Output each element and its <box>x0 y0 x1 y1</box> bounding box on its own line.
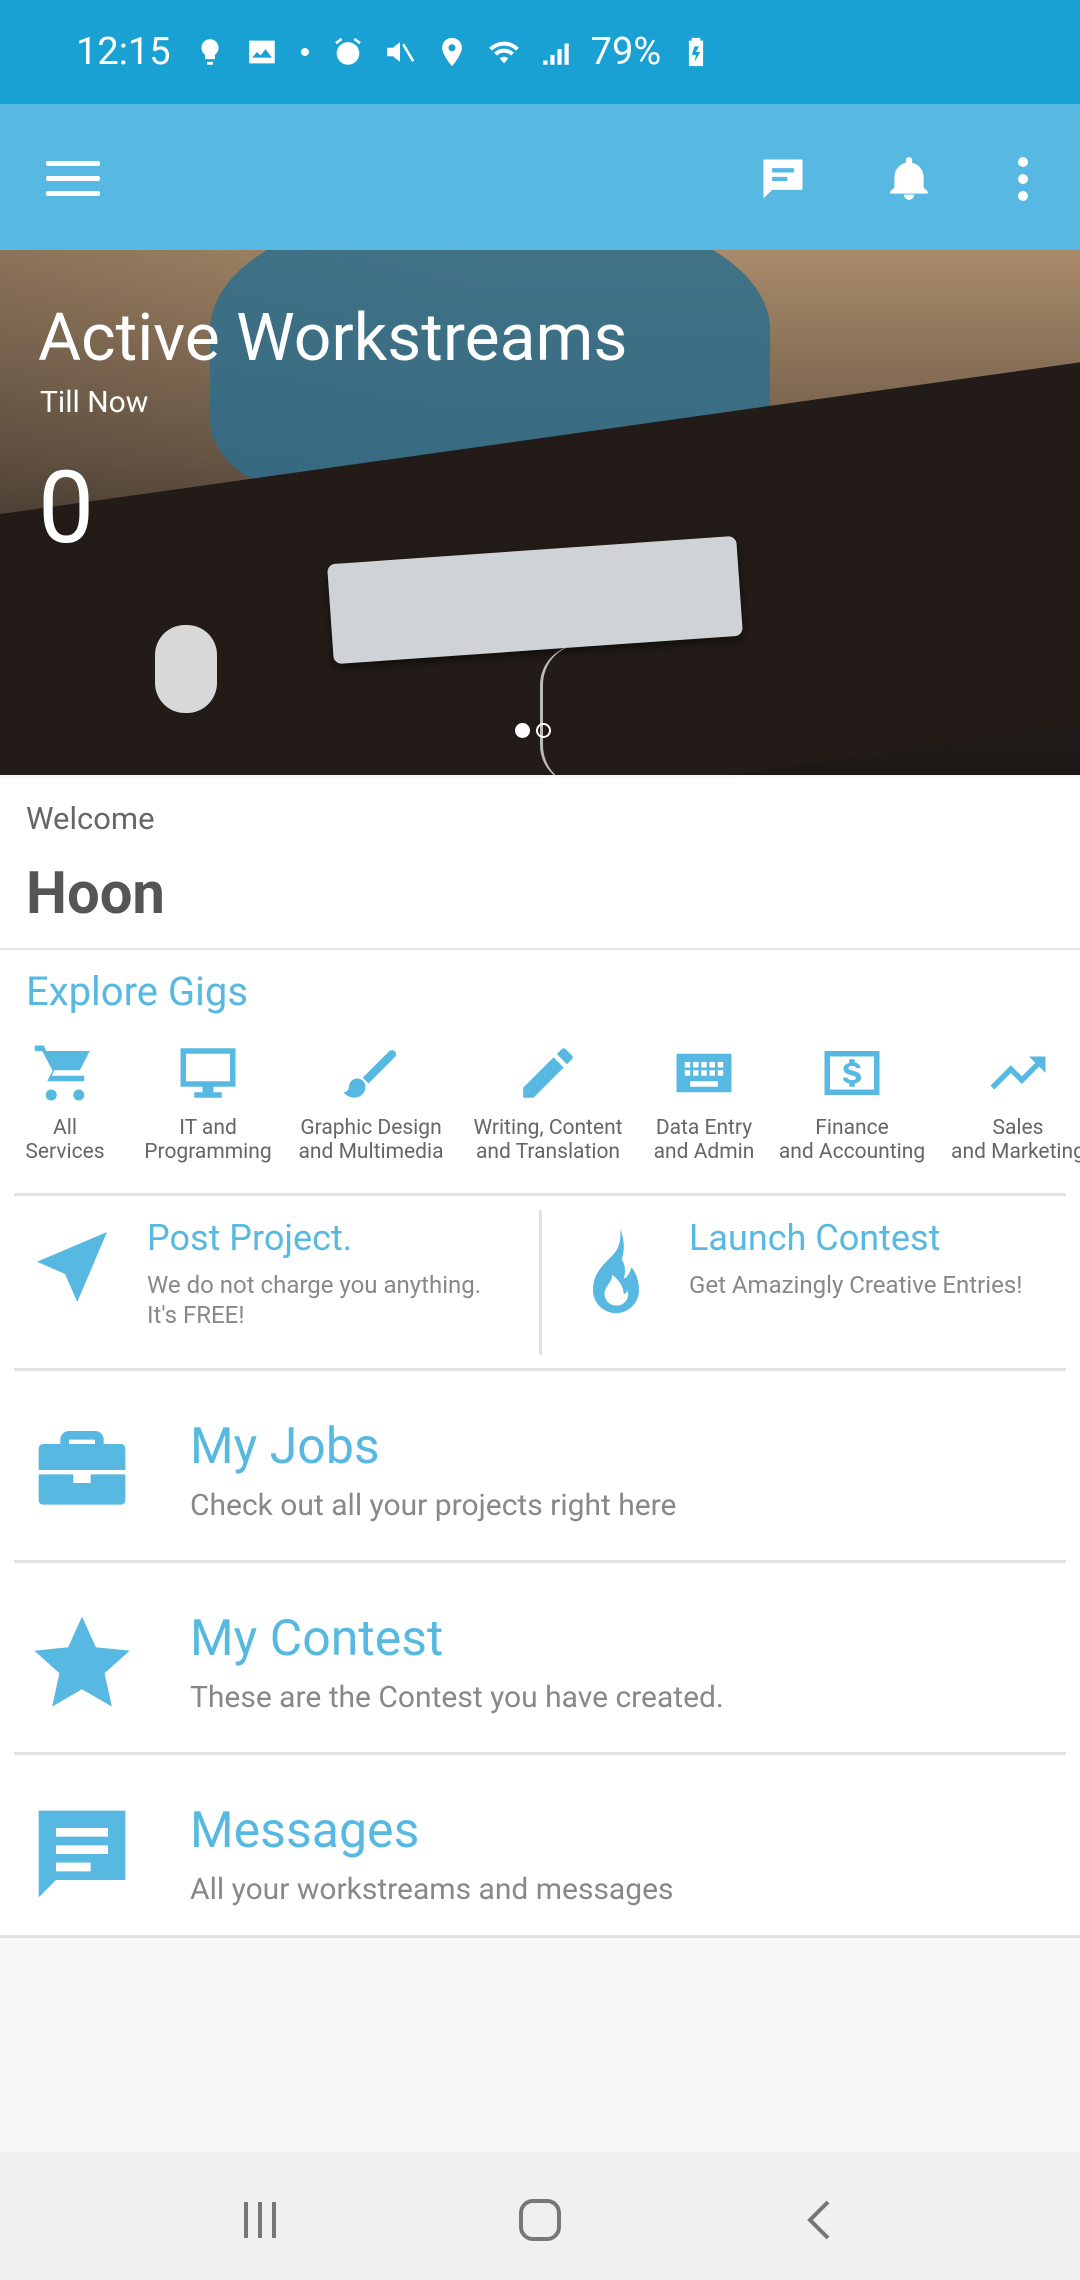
post-project-card[interactable]: Post Project. We do not charge you anyth… <box>0 1195 539 1340</box>
menu-button[interactable] <box>38 144 108 214</box>
category-data-entry[interactable]: Data Entry and Admin <box>619 1040 789 1164</box>
star-icon <box>34 1616 130 1707</box>
app-bar <box>0 104 1080 250</box>
chat-button[interactable] <box>748 144 818 214</box>
category-finance[interactable]: Finance and Accounting <box>767 1040 937 1164</box>
explore-gigs-title: Explore Gigs <box>26 968 248 1015</box>
back-icon <box>807 2200 830 2240</box>
hero-subtitle: Till Now <box>40 385 149 420</box>
battery-icon <box>689 37 704 67</box>
message-icon <box>38 1810 126 1898</box>
carousel-indicator <box>515 723 551 738</box>
hero-image-cable <box>540 645 663 775</box>
dollar-icon <box>824 1051 880 1095</box>
category-label-line2: and Admin <box>653 1140 755 1164</box>
send-arrow-icon <box>37 1232 107 1302</box>
category-label-line2: and Marketing <box>951 1140 1080 1164</box>
message-icon-wrap <box>30 1802 134 1906</box>
signal-icon <box>542 43 569 65</box>
launch-contest-title: Launch Contest <box>689 1217 941 1259</box>
image-icon <box>248 40 275 64</box>
my-contest-row[interactable]: My Contest These are the Contest you hav… <box>0 1562 1080 1752</box>
my-contest-title: My Contest <box>190 1610 444 1668</box>
recent-apps-button[interactable] <box>230 2190 290 2250</box>
hamburger-icon <box>46 161 100 196</box>
carousel-dot-2[interactable] <box>536 723 551 738</box>
category-label-line1: Sales <box>992 1116 1044 1140</box>
launch-contest-desc: Get Amazingly Creative Entries! <box>689 1271 1023 1299</box>
mute-icon <box>386 42 414 62</box>
category-label-line2: and Multimedia <box>298 1140 444 1164</box>
home-button[interactable] <box>510 2190 570 2250</box>
category-label-line1: Graphic Design <box>300 1116 442 1140</box>
hero-title: Active Workstreams <box>38 300 628 377</box>
flame-icon <box>593 1228 639 1314</box>
post-project-desc-line2: It's FREE! <box>147 1301 245 1329</box>
category-graphic-design[interactable]: Graphic Design and Multimedia <box>286 1040 456 1164</box>
chat-icon <box>763 159 803 199</box>
location-icon <box>441 37 462 67</box>
monitor-icon <box>180 1048 236 1098</box>
bell-icon <box>890 157 928 200</box>
category-writing[interactable]: Writing, Content and Translation <box>463 1040 633 1164</box>
wifi-icon <box>488 41 519 64</box>
post-project-desc-line1: We do not charge you anything. <box>147 1271 482 1299</box>
messages-desc: All your workstreams and messages <box>190 1872 674 1907</box>
category-label-line1: Writing, Content <box>473 1116 623 1140</box>
cart-icon <box>34 1045 90 1101</box>
status-bar: 12:15 79% <box>0 0 1080 104</box>
category-label-line2: Programming <box>144 1140 272 1164</box>
status-time: 12:15 <box>76 30 171 74</box>
alarm-icon <box>334 37 361 65</box>
category-label-line1: IT and <box>179 1116 237 1140</box>
hero-image-mouse <box>155 625 217 713</box>
category-sales[interactable]: Sales and Marketing <box>933 1040 1080 1164</box>
messages-row[interactable]: Messages All your workstreams and messag… <box>0 1754 1080 1944</box>
welcome-card: Welcome Hoon <box>0 778 1080 951</box>
my-jobs-desc: Check out all your projects right here <box>190 1488 677 1523</box>
brush-icon <box>343 1050 397 1098</box>
hero-count: 0 <box>38 450 95 567</box>
star-icon-wrap <box>30 1610 134 1714</box>
back-button[interactable] <box>790 2190 850 2250</box>
briefcase-icon-wrap <box>30 1418 134 1522</box>
bulb-icon <box>201 39 219 65</box>
user-name: Hoon <box>26 860 165 928</box>
my-jobs-row[interactable]: My Jobs Check out all your projects righ… <box>0 1370 1080 1560</box>
launch-contest-card[interactable]: Launch Contest Get Amazingly Creative En… <box>542 1195 1080 1340</box>
trending-up-icon <box>990 1056 1046 1090</box>
briefcase-icon <box>38 1431 126 1505</box>
system-nav-bar <box>0 2152 1080 2280</box>
my-jobs-title: My Jobs <box>190 1418 380 1476</box>
recent-apps-icon <box>244 2202 276 2238</box>
category-label-line2: and Translation <box>475 1140 621 1164</box>
category-it-programming[interactable]: IT and Programming <box>123 1040 293 1164</box>
carousel-dot-1[interactable] <box>515 723 530 738</box>
post-project-title: Post Project. <box>147 1217 353 1259</box>
category-label-line1: Data Entry <box>655 1116 753 1140</box>
category-label-line2: and Accounting <box>778 1140 926 1164</box>
my-contest-desc: These are the Contest you have created. <box>190 1680 724 1715</box>
battery-percent: 79% <box>590 30 662 74</box>
home-icon <box>519 2199 561 2241</box>
welcome-label: Welcome <box>26 800 155 837</box>
dot-icon <box>300 48 309 56</box>
notifications-button[interactable] <box>874 144 944 214</box>
pencil-icon <box>523 1048 573 1098</box>
category-label-line1: Finance <box>815 1116 889 1140</box>
messages-title: Messages <box>190 1802 420 1860</box>
hero-banner[interactable]: Active Workstreams Till Now 0 <box>0 250 1080 775</box>
more-vert-icon <box>1018 157 1028 201</box>
keyboard-icon <box>676 1053 732 1093</box>
explore-gigs-section: Explore Gigs All Services IT and Program… <box>0 950 1080 1938</box>
overflow-menu-button[interactable] <box>988 144 1058 214</box>
